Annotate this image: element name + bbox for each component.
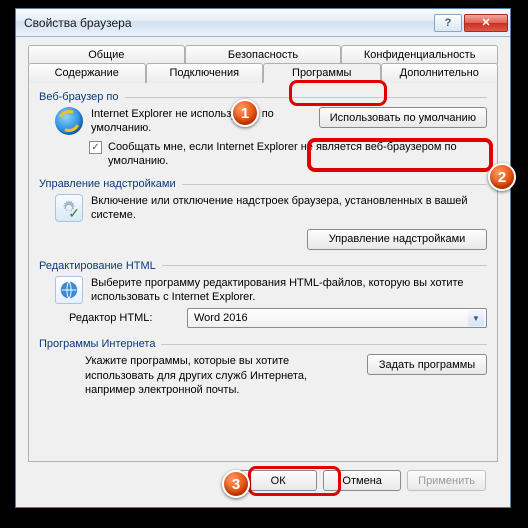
internet-options-dialog: Свойства браузера ? ✕ Общие Безопасность… — [15, 8, 511, 508]
group-addons: Управление надстройками Включение или от… — [39, 178, 487, 252]
html-desc: Выберите программу редактирования HTML-ф… — [91, 276, 487, 305]
tab-security[interactable]: Безопасность — [185, 45, 342, 64]
tabstrip: Общие Безопасность Конфиденциальность Со… — [28, 45, 498, 462]
set-programs-button[interactable]: Задать программы — [367, 354, 487, 375]
tab-general[interactable]: Общие — [28, 45, 185, 64]
group-internet-programs: Программы Интернета Укажите программы, к… — [39, 338, 487, 399]
group-default-browser: Веб-браузер по Internet Explorer не испо… — [39, 91, 487, 170]
titlebar[interactable]: Свойства браузера ? ✕ — [16, 9, 510, 37]
html-editor-select[interactable]: Word 2016 ▼ — [187, 308, 487, 328]
notify-checkbox[interactable]: ✓ — [89, 141, 102, 154]
addons-desc: Включение или отключение надстроек брауз… — [91, 194, 487, 223]
dialog-button-bar: ОК Отмена Применить — [28, 462, 498, 491]
html-editor-label: Редактор HTML: — [69, 312, 179, 324]
close-button[interactable]: ✕ — [464, 14, 508, 32]
group-html-editing: Редактирование HTML Выберите программу р… — [39, 260, 487, 331]
help-button[interactable]: ? — [434, 14, 462, 32]
tab-content-area: Веб-браузер по Internet Explorer не испо… — [28, 82, 498, 462]
tab-privacy[interactable]: Конфиденциальность — [341, 45, 498, 64]
tab-connections[interactable]: Подключения — [146, 63, 264, 83]
tab-advanced[interactable]: Дополнительно — [381, 63, 499, 83]
browser-status-text: Internet Explorer не используется по умо… — [91, 107, 311, 136]
internet-desc: Укажите программы, которые вы хотите исп… — [85, 354, 359, 397]
group-title-addons: Управление надстройками — [39, 178, 176, 190]
apply-button[interactable]: Применить — [407, 470, 486, 491]
ie-icon — [55, 107, 83, 135]
gear-check-icon — [55, 194, 83, 222]
chevron-down-icon: ▼ — [468, 310, 484, 326]
window-controls: ? ✕ — [434, 14, 508, 32]
group-title-browser: Веб-браузер по — [39, 91, 119, 103]
cancel-button[interactable]: Отмена — [323, 470, 401, 491]
html-editor-value: Word 2016 — [194, 312, 248, 324]
tab-programs[interactable]: Программы — [263, 63, 381, 83]
window-title: Свойства браузера — [24, 16, 434, 30]
tab-content[interactable]: Содержание — [28, 63, 146, 83]
manage-addons-button[interactable]: Управление надстройками — [307, 229, 487, 250]
html-doc-icon — [55, 276, 83, 304]
ok-button[interactable]: ОК — [239, 470, 317, 491]
group-title-internet: Программы Интернета — [39, 338, 155, 350]
use-default-button[interactable]: Использовать по умолчанию — [319, 107, 487, 128]
group-title-html: Редактирование HTML — [39, 260, 156, 272]
notify-checkbox-label: Сообщать мне, если Internet Explorer не … — [108, 140, 487, 169]
